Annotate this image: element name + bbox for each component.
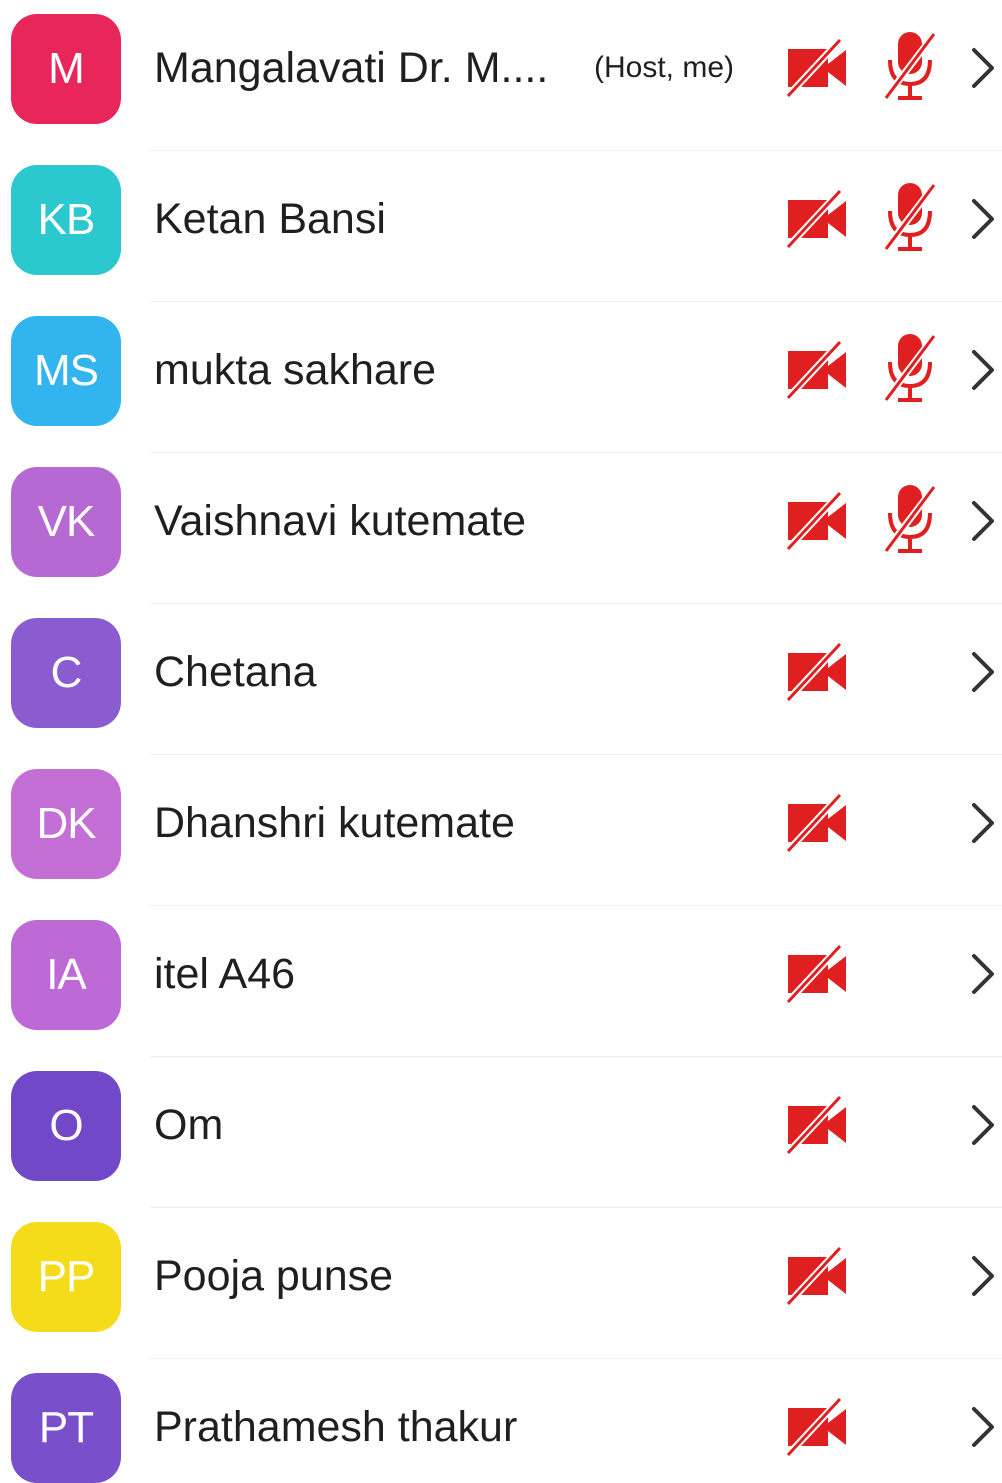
chevron-right-icon[interactable] xyxy=(968,799,998,847)
chevron-right-icon[interactable] xyxy=(968,648,998,696)
avatar: MS xyxy=(11,316,121,426)
avatar: IA xyxy=(11,920,121,1030)
video-off-icon[interactable] xyxy=(784,187,852,251)
mic-off-icon[interactable] xyxy=(878,28,942,104)
video-off-icon[interactable] xyxy=(784,338,852,402)
chevron-right-icon[interactable] xyxy=(968,1101,998,1149)
participant-name: Vaishnavi kutemate xyxy=(154,497,527,545)
participant-row[interactable]: MS mukta sakhare xyxy=(0,302,1002,453)
participant-row[interactable]: VK Vaishnavi kutemate xyxy=(0,453,1002,604)
chevron-right-icon[interactable] xyxy=(968,195,998,243)
participant-name: Chetana xyxy=(154,648,317,696)
mic-off-icon[interactable] xyxy=(878,179,942,255)
chevron-right-icon[interactable] xyxy=(968,950,998,998)
avatar: C xyxy=(11,618,121,728)
mic-off-icon[interactable] xyxy=(878,481,942,557)
avatar: O xyxy=(11,1071,121,1181)
participant-name: Pooja punse xyxy=(154,1252,394,1300)
avatar: PP xyxy=(11,1222,121,1332)
participant-list: M Mangalavati Dr. M.... (Host, me) KB Ke… xyxy=(0,0,1002,1483)
participant-row[interactable]: KB Ketan Bansi xyxy=(0,151,1002,302)
video-off-icon[interactable] xyxy=(784,1093,852,1157)
chevron-right-icon[interactable] xyxy=(968,497,998,545)
participant-row[interactable]: PT Prathamesh thakur xyxy=(0,1359,1002,1483)
chevron-right-icon[interactable] xyxy=(968,44,998,92)
avatar: PT xyxy=(11,1373,121,1483)
participant-role: (Host, me) xyxy=(594,51,735,84)
avatar: DK xyxy=(11,769,121,879)
participant-row[interactable]: M Mangalavati Dr. M.... (Host, me) xyxy=(0,0,1002,151)
video-off-icon[interactable] xyxy=(784,1244,852,1308)
participant-row[interactable]: O Om xyxy=(0,1057,1002,1208)
participant-name: mukta sakhare xyxy=(154,346,437,394)
chevron-right-icon[interactable] xyxy=(968,1403,998,1451)
avatar: KB xyxy=(11,165,121,275)
participant-name: Prathamesh thakur xyxy=(154,1403,518,1451)
participant-row[interactable]: DK Dhanshri kutemate xyxy=(0,755,1002,906)
participant-name: itel A46 xyxy=(154,950,296,998)
video-off-icon[interactable] xyxy=(784,36,852,100)
video-off-icon[interactable] xyxy=(784,791,852,855)
participant-name: Dhanshri kutemate xyxy=(154,799,515,847)
video-off-icon[interactable] xyxy=(784,489,852,553)
avatar: M xyxy=(11,14,121,124)
participant-name: Om xyxy=(154,1101,224,1149)
participant-row[interactable]: PP Pooja punse xyxy=(0,1208,1002,1359)
video-off-icon[interactable] xyxy=(784,942,852,1006)
participant-row[interactable]: IA itel A46 xyxy=(0,906,1002,1057)
chevron-right-icon[interactable] xyxy=(968,346,998,394)
video-off-icon[interactable] xyxy=(784,1395,852,1459)
avatar: VK xyxy=(11,467,121,577)
participant-name: Ketan Bansi xyxy=(154,195,386,243)
mic-off-icon[interactable] xyxy=(878,330,942,406)
participant-name: Mangalavati Dr. M.... xyxy=(154,44,549,92)
chevron-right-icon[interactable] xyxy=(968,1252,998,1300)
participant-row[interactable]: C Chetana xyxy=(0,604,1002,755)
video-off-icon[interactable] xyxy=(784,640,852,704)
